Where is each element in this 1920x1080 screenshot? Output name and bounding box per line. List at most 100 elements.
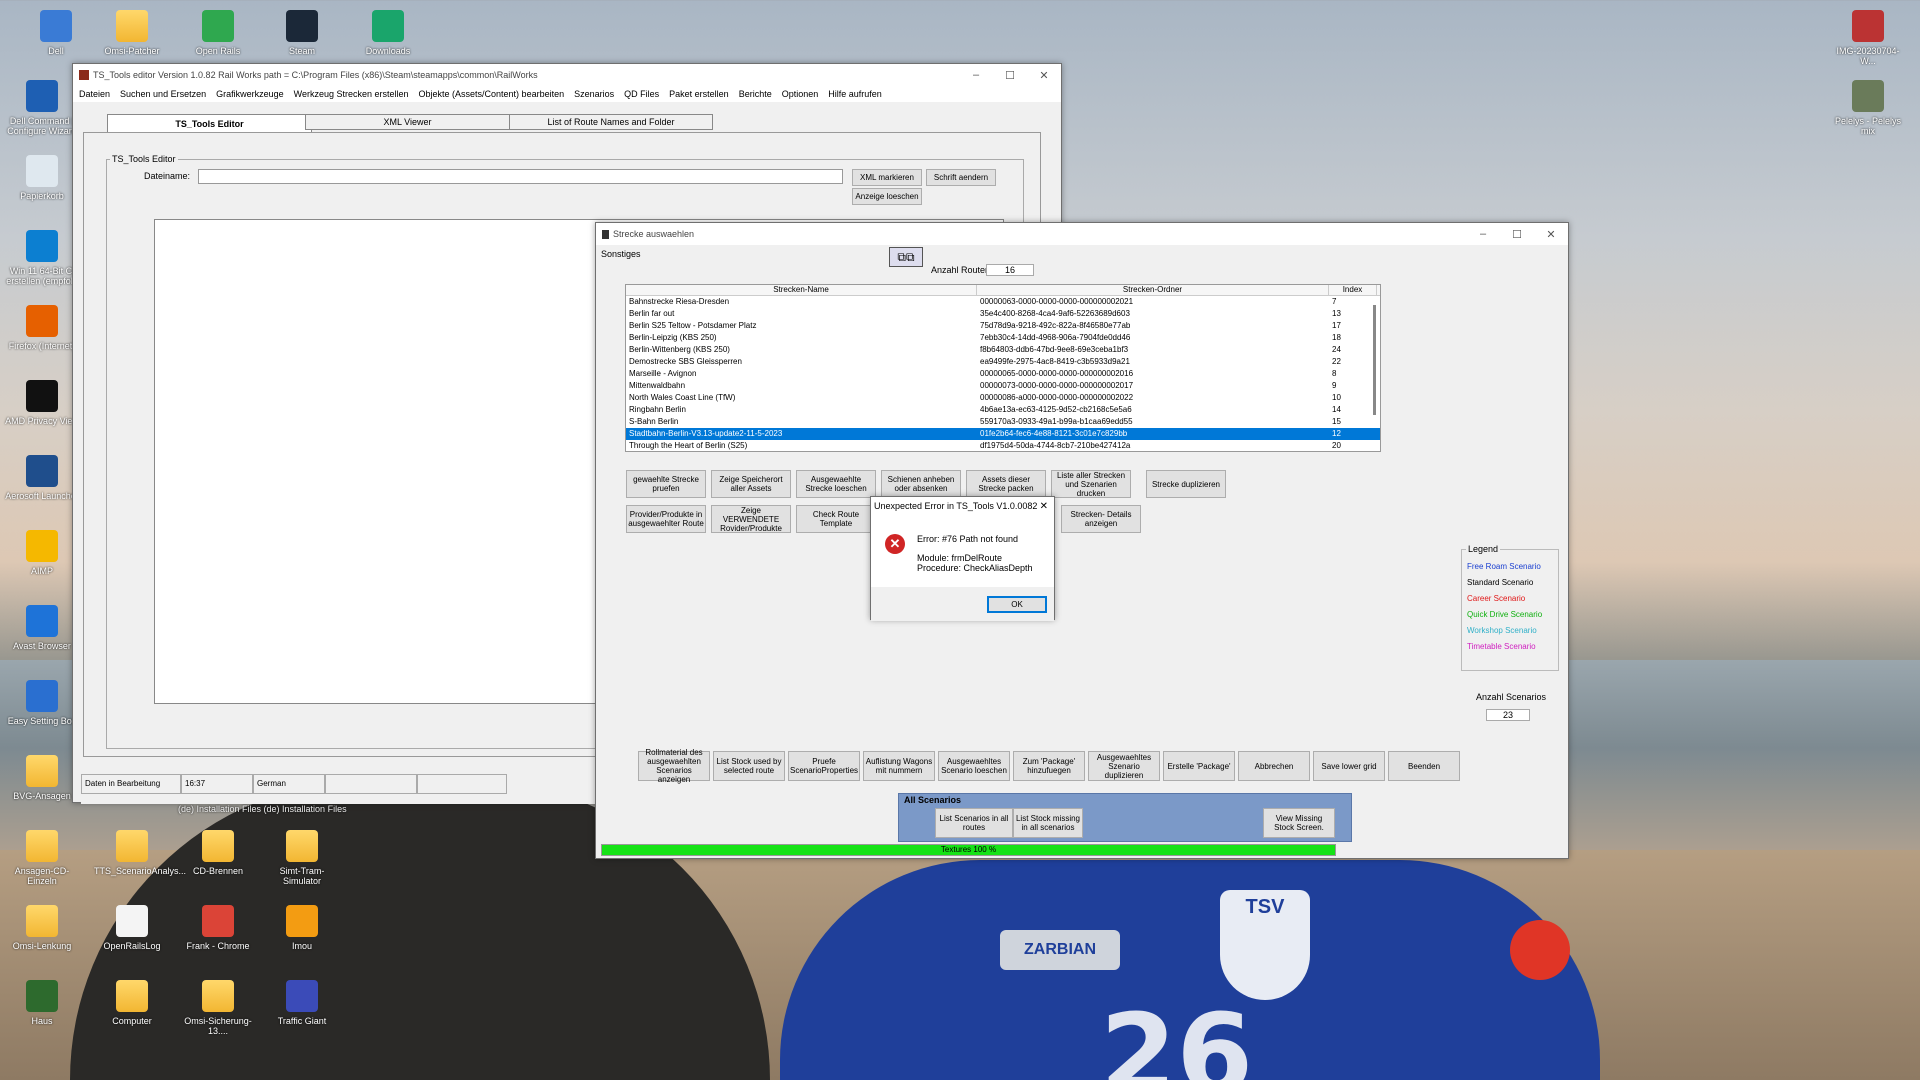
desktop-icon[interactable]: Simt-Tram-Simulator (264, 830, 340, 886)
route-action-button[interactable]: Schienen anheben oder absenken (881, 470, 961, 498)
route-action-button[interactable]: Provider/Produkte in ausgewaehlter Route (626, 505, 706, 533)
desktop-icon[interactable]: Omsi-Sicherung-13.... (180, 980, 256, 1036)
desktop-icon[interactable]: Dell Command | Configure Wizard (4, 80, 80, 136)
menu-item[interactable]: Optionen (782, 89, 819, 99)
scenario-action-button[interactable]: Beenden (1388, 751, 1460, 781)
menu-item[interactable]: Dateien (79, 89, 110, 99)
desktop-icon[interactable]: Imou (264, 905, 340, 951)
strecke-titlebar[interactable]: Strecke auswaehlen – ☐ ✕ (596, 223, 1568, 245)
desktop-icon[interactable]: Pelelys - Pelelys mix (1830, 80, 1906, 136)
desktop-icon[interactable]: AIMP (4, 530, 80, 576)
desktop-icon[interactable]: Frank - Chrome (180, 905, 256, 951)
desktop-icon[interactable]: OpenRailsLog (94, 905, 170, 951)
scenario-action-button[interactable]: Zum 'Package' hinzufuegen (1013, 751, 1085, 781)
table-row[interactable]: Bahnstrecke Riesa-Dresden 00000063-0000-0… (626, 296, 1380, 308)
table-row[interactable]: Mittenwaldbahn 00000073-0000-0000-0000-00… (626, 380, 1380, 392)
scenario-action-button[interactable]: Rollmaterial des ausgewaehlten Scenarios… (638, 748, 710, 784)
table-row[interactable]: Ringbahn Berlin 4b6ae13a-ec63-4125-9d52-c… (626, 404, 1380, 416)
column-header[interactable]: Index (1329, 285, 1377, 295)
all-scenarios-button[interactable]: List Stock missing in all scenarios (1013, 808, 1083, 838)
menu-item[interactable]: Werkzeug Strecken erstellen (294, 89, 409, 99)
table-row[interactable]: Through the Heart of Berlin (S25) df1975d… (626, 440, 1380, 452)
scenario-action-button[interactable]: Erstelle 'Package' (1163, 751, 1235, 781)
all-scenarios-button[interactable]: View Missing Stock Screen. (1263, 808, 1335, 838)
close-icon[interactable]: ✕ (1027, 69, 1061, 82)
schrift-aendern-button[interactable]: Schrift aendern (926, 169, 996, 186)
desktop-icon[interactable]: Traffic Giant (264, 980, 340, 1026)
maximize-icon[interactable]: ☐ (1500, 228, 1534, 241)
tab-0[interactable]: TS_Tools Editor (107, 114, 312, 132)
table-row[interactable]: S-Bahn Berlin 559170a3-0933-49a1-b99a-b1c… (626, 416, 1380, 428)
desktop-icon[interactable]: Firefox (Internet) (4, 305, 80, 351)
desktop-icon[interactable]: IMG-20230704-W... (1830, 10, 1906, 66)
table-row[interactable]: Berlin S25 Teltow - Potsdamer Platz 75d78… (626, 320, 1380, 332)
ok-button[interactable]: OK (987, 596, 1047, 613)
desktop-icon[interactable]: BVG-Ansagen (4, 755, 80, 801)
scenario-action-button[interactable]: Ausgewaehltes Szenario duplizieren (1088, 751, 1160, 781)
route-action-button[interactable]: Strecke duplizieren (1146, 470, 1226, 498)
desktop-icon[interactable]: Steam (264, 10, 340, 56)
desktop-icon[interactable]: Win 11 64-Bit Cl erstellen (empfohl (4, 230, 80, 286)
grid-scrollbar[interactable] (1373, 305, 1376, 415)
menu-item[interactable]: Paket erstellen (669, 89, 729, 99)
menu-item[interactable]: Berichte (739, 89, 772, 99)
scenario-action-button[interactable]: Ausgewaehltes Scenario loeschen (938, 751, 1010, 781)
route-action-button[interactable]: Zeige Speicherort aller Assets (711, 470, 791, 498)
table-row[interactable]: Berlin-Wittenberg (KBS 250) f8b64803-ddb6… (626, 344, 1380, 356)
table-row[interactable]: Berlin far out 35e4c400-8268-4ca4-9af6-52… (626, 308, 1380, 320)
route-toggle-icon[interactable]: ⧉⧉ (889, 247, 923, 267)
menu-item[interactable]: Objekte (Assets/Content) bearbeiten (419, 89, 565, 99)
sonstiges-menu[interactable]: Sonstiges (601, 249, 641, 259)
route-action-button[interactable]: Strecken- Details anzeigen (1061, 505, 1141, 533)
desktop-icon[interactable]: TTS_ScenarioAnalys... (94, 830, 186, 876)
desktop-icon[interactable]: Downloads (350, 10, 426, 56)
tab-1[interactable]: XML Viewer (305, 114, 510, 130)
route-action-button[interactable]: Ausgewaehlte Strecke loeschen (796, 470, 876, 498)
menu-item[interactable]: Hilfe aufrufen (828, 89, 882, 99)
desktop-icon[interactable]: CD-Brennen (180, 830, 256, 876)
scenario-action-button[interactable]: Auflistung Wagons mit nummern (863, 751, 935, 781)
scenario-action-button[interactable]: List Stock used by selected route (713, 751, 785, 781)
desktop-icon[interactable]: Computer (94, 980, 170, 1026)
table-row[interactable]: North Wales Coast Line (TfW) 00000086-a00… (626, 392, 1380, 404)
table-row[interactable]: Demostrecke SBS Gleissperren ea9499fe-297… (626, 356, 1380, 368)
close-icon[interactable]: ✕ (1040, 501, 1048, 512)
menu-item[interactable]: Suchen und Ersetzen (120, 89, 206, 99)
desktop-icon[interactable]: Avast Browser (4, 605, 80, 651)
desktop-icon[interactable]: Aerosoft Launcher (4, 455, 80, 501)
table-row[interactable]: Stadtbahn-Berlin-V3.13-update2-11-5-2023… (626, 428, 1380, 440)
column-header[interactable]: Strecken-Ordner (977, 285, 1329, 295)
minimize-icon[interactable]: – (959, 69, 993, 82)
ts-tools-titlebar[interactable]: TS_Tools editor Version 1.0.82 Rail Work… (73, 64, 1061, 86)
desktop-icon[interactable]: Papierkorb (4, 155, 80, 201)
dateiname-input[interactable] (198, 169, 843, 184)
route-action-button[interactable]: Assets dieser Strecke packen (966, 470, 1046, 498)
route-action-button[interactable]: Check Route Template (796, 505, 876, 533)
desktop-icon[interactable]: AMD Privacy View (4, 380, 80, 426)
maximize-icon[interactable]: ☐ (993, 69, 1027, 82)
desktop-icon[interactable]: Open Rails (180, 10, 256, 56)
desktop-icon[interactable]: Omsi-Patcher (94, 10, 170, 56)
desktop-icon[interactable]: Ansagen-CD-Einzeln (4, 830, 80, 886)
menu-item[interactable]: Szenarios (574, 89, 614, 99)
table-row[interactable]: Berlin-Leipzig (KBS 250) 7ebb30c4-14dd-49… (626, 332, 1380, 344)
tab-2[interactable]: List of Route Names and Folder (509, 114, 713, 130)
desktop-icon[interactable]: Easy Setting Box (4, 680, 80, 726)
table-row[interactable]: Marseille - Avignon 00000065-0000-0000-00… (626, 368, 1380, 380)
scenario-action-button[interactable]: Abbrechen (1238, 751, 1310, 781)
menu-item[interactable]: Grafikwerkzeuge (216, 89, 284, 99)
route-action-button[interactable]: gewaehlte Strecke pruefen (626, 470, 706, 498)
desktop-icon[interactable]: Haus (4, 980, 80, 1026)
anzeige-loeschen-button[interactable]: Anzeige loeschen (852, 188, 922, 205)
all-scenarios-button[interactable]: List Scenarios in all routes (935, 808, 1013, 838)
column-header[interactable]: Strecken-Name (626, 285, 977, 295)
desktop-icon[interactable]: Omsi-Lenkung (4, 905, 80, 951)
scenario-action-button[interactable]: Pruefe ScenarioProperties (788, 751, 860, 781)
close-icon[interactable]: ✕ (1534, 228, 1568, 241)
menu-item[interactable]: QD Files (624, 89, 659, 99)
route-action-button[interactable]: Zeige VERWENDETE Rovider/Produkte (711, 505, 791, 533)
desktop-icon[interactable]: Dell (18, 10, 94, 56)
route-action-button[interactable]: Liste aller Strecken und Szenarien druck… (1051, 470, 1131, 498)
scenario-action-button[interactable]: Save lower grid (1313, 751, 1385, 781)
error-titlebar[interactable]: Unexpected Error in TS_Tools V1.0.0082 ✕ (871, 497, 1054, 515)
